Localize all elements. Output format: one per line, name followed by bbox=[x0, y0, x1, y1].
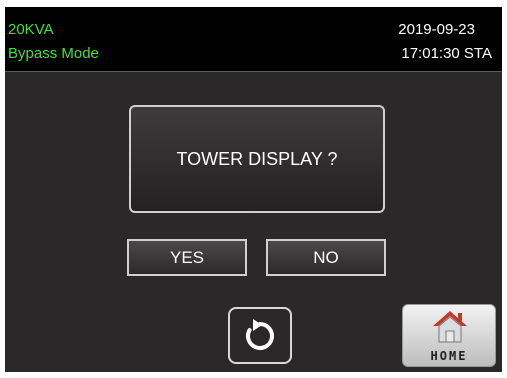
date-label: 2019-09-23 bbox=[398, 21, 475, 38]
no-button[interactable]: NO bbox=[266, 239, 386, 276]
yes-button[interactable]: YES bbox=[127, 239, 247, 276]
mode-label: Bypass Mode bbox=[8, 45, 99, 62]
ups-screen: 20KVA Bypass Mode 2019-09-23 17:01:30 ST… bbox=[5, 7, 502, 372]
home-button[interactable]: HOME bbox=[402, 304, 496, 367]
dialog-question: TOWER DISPLAY ? bbox=[176, 148, 338, 169]
status-bar: 20KVA Bypass Mode 2019-09-23 17:01:30 ST… bbox=[5, 7, 502, 72]
model-label: 20KVA bbox=[8, 21, 54, 38]
rotate-back-icon bbox=[246, 318, 274, 350]
back-button[interactable] bbox=[228, 307, 292, 364]
yes-button-label: YES bbox=[169, 247, 205, 267]
house-icon bbox=[433, 311, 467, 343]
no-button-label: NO bbox=[313, 247, 339, 267]
confirm-dialog: TOWER DISPLAY ? bbox=[129, 105, 385, 213]
home-label: HOME bbox=[430, 349, 468, 363]
time-label: 17:01:30 STA bbox=[401, 45, 492, 62]
